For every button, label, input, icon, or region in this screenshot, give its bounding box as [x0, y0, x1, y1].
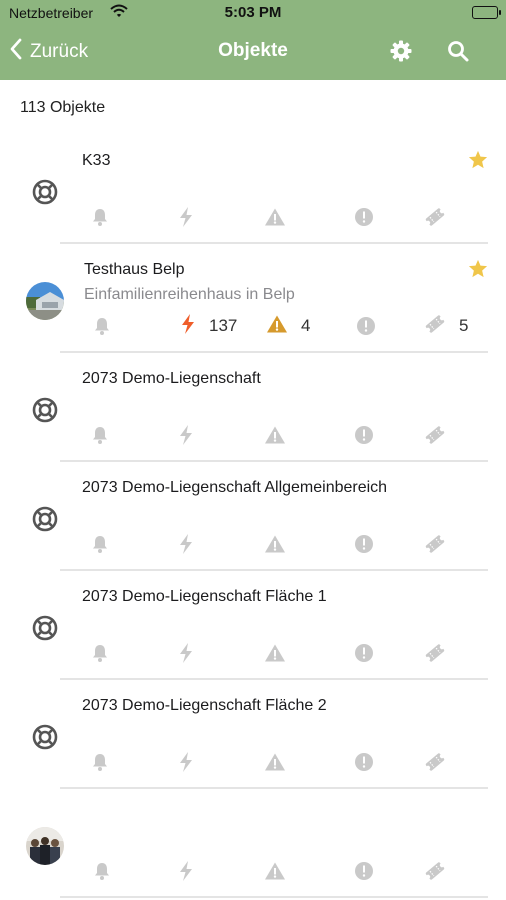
info-icon: [354, 641, 374, 665]
status-time: 5:03 PM: [224, 4, 282, 21]
info-icon: [354, 859, 374, 883]
object-list: K33 Testhaus Belp Einfamilienreihenhaus …: [0, 135, 506, 898]
ticket-icon: [424, 750, 446, 774]
list-item[interactable]: 2073 Demo-Liegenschaft Fläche 2: [0, 680, 506, 789]
ticket-icon: [424, 314, 446, 338]
lightning-icon: [180, 313, 196, 340]
warning-icon: [264, 641, 286, 665]
ticket-count: 5: [459, 316, 468, 335]
navigation-bar: Zurück Objekte: [0, 26, 506, 80]
bell-icon: [90, 641, 110, 665]
warning-stat: 4: [266, 314, 310, 338]
favorite-star-icon[interactable]: [468, 259, 488, 283]
warning-icon: [264, 532, 286, 556]
back-button-label: Zurück: [30, 40, 89, 62]
lightning-icon: [178, 641, 194, 665]
status-bar: Netzbetreiber 5:03 PM: [0, 0, 506, 26]
object-stats: [0, 641, 506, 665]
list-item[interactable]: K33: [0, 135, 506, 244]
object-count: 113 Objekte: [20, 99, 106, 116]
bell-icon: [90, 423, 110, 447]
info-icon: [354, 205, 374, 229]
bell-icon: [90, 532, 110, 556]
warning-icon: [264, 859, 286, 883]
warning-icon: [266, 314, 288, 339]
warning-icon: [264, 205, 286, 229]
object-name: 2073 Demo-Liegenschaft Fläche 2: [82, 697, 327, 714]
ticket-icon: [424, 205, 446, 229]
object-stats: [0, 205, 506, 229]
ticket-stat: 5: [424, 314, 468, 338]
object-name: 2073 Demo-Liegenschaft Fläche 1: [82, 588, 327, 605]
row-divider: [60, 896, 488, 898]
lightning-icon: [178, 532, 194, 556]
object-name: 2073 Demo-Liegenschaft Allgemeinbereich: [82, 479, 388, 496]
list-item[interactable]: 2073 Demo-Liegenschaft Fläche 1: [0, 571, 506, 680]
list-item[interactable]: 2073 Demo-Liegenschaft: [0, 353, 506, 462]
ticket-icon: [424, 532, 446, 556]
back-button[interactable]: Zurück: [10, 38, 88, 65]
lightning-icon: [178, 205, 194, 229]
gear-icon[interactable]: [389, 39, 413, 68]
bell-icon: [92, 314, 112, 338]
bell-icon: [90, 205, 110, 229]
info-icon: [354, 532, 374, 556]
object-stats: [0, 859, 506, 883]
fault-count: 137: [209, 316, 238, 335]
bell-icon: [92, 859, 112, 883]
lightning-icon: [178, 859, 194, 883]
object-stats: 137 4 5: [0, 313, 506, 340]
favorite-star-icon[interactable]: [468, 150, 488, 174]
info-icon: [356, 314, 376, 338]
list-item[interactable]: [0, 789, 506, 898]
search-icon[interactable]: [446, 39, 470, 68]
list-item[interactable]: 2073 Demo-Liegenschaft Allgemeinbereich: [0, 462, 506, 571]
list-item[interactable]: Testhaus Belp Einfamilienreihenhaus in B…: [0, 244, 506, 353]
fault-stat: 137: [180, 313, 238, 340]
object-subtitle: Einfamilienreihenhaus in Belp: [84, 286, 295, 303]
bell-icon: [90, 750, 110, 774]
battery-icon: [472, 6, 501, 19]
warning-count: 4: [301, 316, 311, 335]
object-name: Testhaus Belp: [84, 261, 185, 278]
warning-icon: [264, 750, 286, 774]
object-name: 2073 Demo-Liegenschaft: [82, 370, 261, 387]
ticket-icon: [424, 859, 446, 883]
ticket-icon: [424, 423, 446, 447]
object-stats: [0, 532, 506, 556]
object-stats: [0, 750, 506, 774]
object-stats: [0, 423, 506, 447]
ticket-icon: [424, 641, 446, 665]
chevron-left-icon: [10, 38, 22, 65]
lightning-icon: [178, 750, 194, 774]
lightning-icon: [178, 423, 194, 447]
warning-icon: [264, 423, 286, 447]
object-name: K33: [82, 152, 111, 169]
info-icon: [354, 750, 374, 774]
info-icon: [354, 423, 374, 447]
